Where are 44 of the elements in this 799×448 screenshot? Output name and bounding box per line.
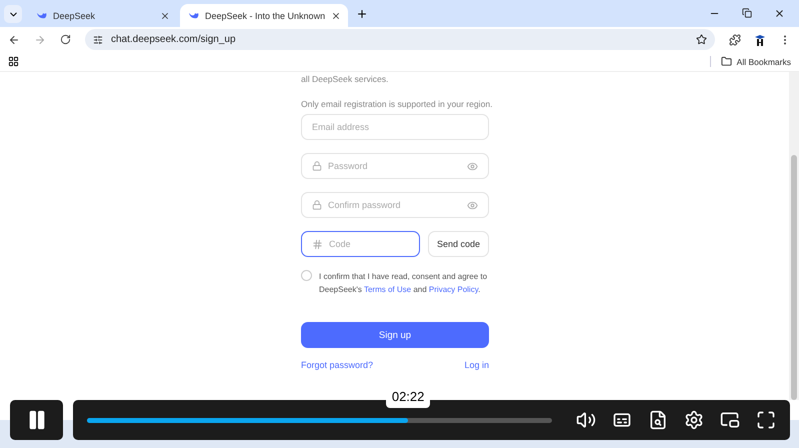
scrollbar[interactable] bbox=[789, 72, 799, 400]
whale-logo-icon bbox=[36, 11, 47, 20]
password-field[interactable]: Password bbox=[301, 153, 489, 179]
bookmark-star-icon[interactable] bbox=[696, 34, 707, 45]
new-tab-icon[interactable] bbox=[356, 8, 368, 20]
password-field[interactable]: Confirm password bbox=[301, 192, 489, 218]
transcript-search-icon[interactable] bbox=[648, 410, 668, 430]
code-field[interactable]: Code bbox=[301, 231, 420, 257]
reload-icon[interactable] bbox=[60, 34, 71, 45]
address-bar[interactable]: chat.deepseek.com/sign_up bbox=[85, 29, 715, 50]
intro-text: all DeepSeek services. bbox=[301, 74, 390, 84]
volume-icon[interactable] bbox=[576, 410, 596, 430]
lock-icon bbox=[312, 161, 322, 171]
hash-icon bbox=[312, 238, 323, 250]
graduation-cap-icon[interactable] bbox=[755, 34, 765, 46]
whale-logo-icon bbox=[188, 11, 199, 20]
picture-in-picture-icon[interactable] bbox=[720, 410, 740, 430]
forgot-password-link[interactable]: Forgot password? bbox=[301, 360, 374, 370]
back-icon[interactable] bbox=[8, 34, 20, 46]
lock-icon bbox=[312, 200, 322, 210]
consent-checkbox[interactable] bbox=[301, 270, 312, 281]
terms-link[interactable]: Terms of Use bbox=[364, 285, 412, 294]
close-icon[interactable] bbox=[774, 8, 785, 19]
email-field[interactable]: Email address bbox=[301, 114, 489, 140]
browser-tab[interactable]: DeepSeek bbox=[28, 4, 178, 27]
tab-search-button[interactable] bbox=[4, 5, 22, 23]
site-settings-icon[interactable] bbox=[93, 34, 103, 44]
progress-track[interactable] bbox=[87, 418, 552, 422]
settings-icon[interactable] bbox=[684, 410, 704, 430]
close-icon[interactable] bbox=[160, 10, 170, 20]
pause-button[interactable] bbox=[10, 400, 63, 440]
browser-tab[interactable]: DeepSeek - Into the Unknown bbox=[180, 4, 348, 27]
send-code-button[interactable]: Send code bbox=[428, 231, 489, 257]
sign-up-button[interactable]: Sign up bbox=[301, 322, 489, 348]
folder-icon[interactable] bbox=[720, 56, 732, 67]
restore-icon[interactable] bbox=[742, 8, 752, 18]
consent-text: I confirm that I have read, consent and agree to DeepSeek's Terms of Use and Privacy Policy. bbox=[319, 271, 488, 296]
close-icon[interactable] bbox=[331, 10, 342, 20]
privacy-link[interactable]: Privacy Policy bbox=[428, 285, 478, 294]
log-in-link[interactable]: Log in bbox=[464, 360, 489, 370]
extensions-icon[interactable] bbox=[729, 34, 741, 46]
fullscreen-icon[interactable] bbox=[756, 410, 776, 430]
apps-icon[interactable] bbox=[8, 56, 19, 67]
bookmarks-folder[interactable]: All Bookmarks bbox=[710, 56, 791, 67]
